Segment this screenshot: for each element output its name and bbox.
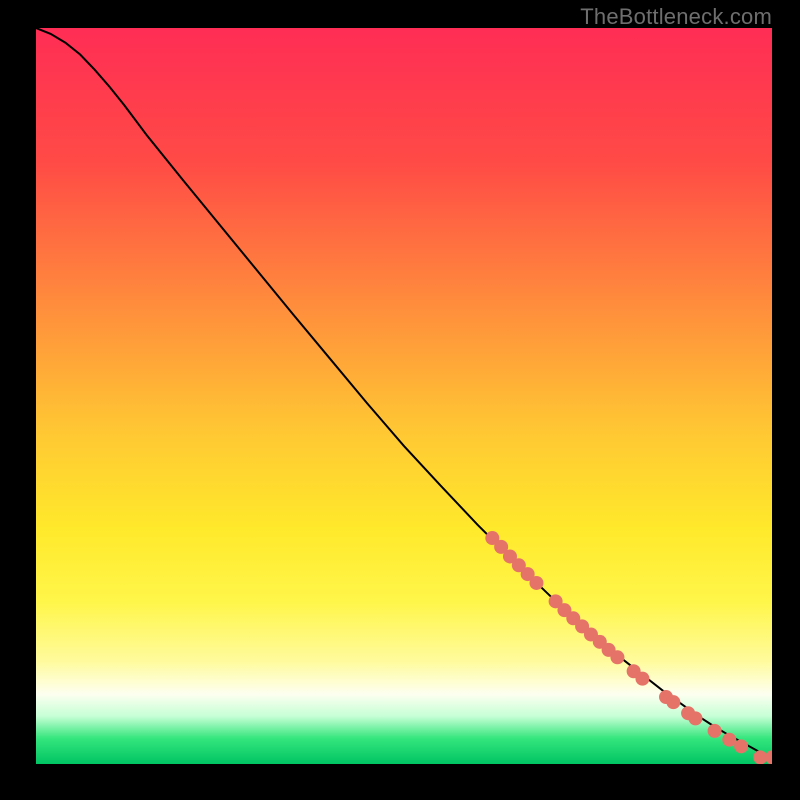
data-point [688,711,702,725]
data-point [722,733,736,747]
data-point [635,672,649,686]
data-point [666,695,680,709]
chart-stage: TheBottleneck.com [0,0,800,800]
data-point [734,739,748,753]
data-point [529,576,543,590]
watermark-text: TheBottleneck.com [580,4,772,30]
data-point [610,650,624,664]
chart-svg [36,28,772,764]
plot-area [36,28,772,764]
data-point [708,724,722,738]
gradient-background [36,28,772,764]
